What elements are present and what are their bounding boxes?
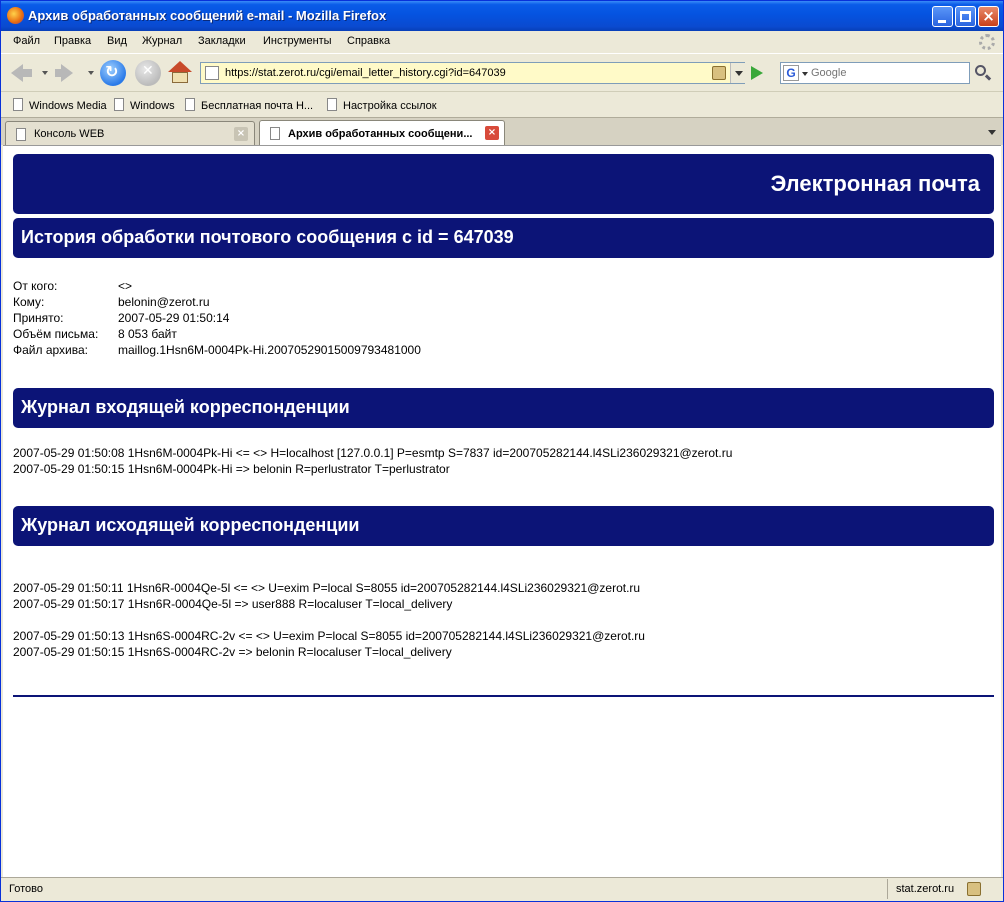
forward-button[interactable] — [55, 60, 81, 86]
menu-view[interactable]: Вид — [107, 35, 127, 47]
firefox-icon — [7, 7, 24, 24]
history-header: История обработки почтового сообщения с … — [13, 218, 994, 258]
meta-row: Объём письма: 8 053 байт — [13, 327, 177, 341]
status-text: Готово — [9, 883, 43, 895]
page-content: Электронная почта История обработки почт… — [3, 145, 1001, 877]
page-favicon-icon — [205, 66, 219, 80]
message-meta-table: От кого: <> Кому: belonin@zerot.ru Принято… — [13, 278, 421, 358]
page-icon — [114, 98, 124, 111]
log-line: 2007-05-29 01:50:15 1Hsn6M-0004Pk-Hi => … — [13, 462, 450, 476]
close-icon: × — [982, 7, 995, 25]
secure-lock-icon[interactable] — [712, 66, 726, 80]
bookmark-item[interactable]: Windows — [114, 98, 175, 112]
search-button[interactable] — [973, 64, 993, 84]
title-bar[interactable]: Архив обработанных сообщений e-mail - Mo… — [1, 1, 1003, 31]
search-icon — [975, 65, 986, 76]
chevron-down-icon — [988, 130, 996, 135]
status-host: stat.zerot.ru — [887, 879, 969, 899]
stop-button[interactable]: ✕ — [135, 60, 161, 86]
menu-tools[interactable]: Инструменты — [263, 35, 332, 47]
outgoing-title: Журнал исходящей корреспонденции — [21, 515, 360, 535]
tab-strip: Консоль WEB × Архив обработанных сообщен… — [1, 117, 1003, 146]
activity-throbber-icon — [979, 34, 995, 50]
incoming-header: Журнал входящей корреспонденции — [13, 388, 994, 428]
address-bar[interactable]: https://stat.zerot.ru/cgi/email_letter_h… — [200, 62, 745, 84]
menu-help[interactable]: Справка — [347, 35, 390, 47]
minimize-icon — [938, 20, 946, 23]
page-icon — [185, 98, 195, 111]
forward-history-dropdown[interactable] — [88, 71, 94, 75]
browser-window: Архив обработанных сообщений e-mail - Mo… — [0, 0, 1004, 902]
tab-label: Архив обработанных сообщени... — [288, 128, 473, 140]
bookmark-item[interactable]: Настройка ссылок — [327, 98, 437, 112]
tab-list-button[interactable] — [983, 122, 1001, 142]
home-button[interactable] — [167, 60, 193, 86]
bookmarks-toolbar: Windows Media Windows Бесплатная почта Н… — [1, 91, 1003, 116]
menu-file[interactable]: Файл — [13, 35, 40, 47]
reload-button[interactable]: ↻ — [100, 60, 126, 86]
incoming-title: Журнал входящей корреспонденции — [21, 397, 350, 417]
search-engine-dropdown-icon — [802, 72, 808, 76]
search-engine-button[interactable]: G — [783, 65, 799, 81]
home-icon — [168, 61, 192, 72]
stop-icon: ✕ — [142, 63, 154, 79]
log-line: 2007-05-29 01:50:17 1Hsn6R-0004Qe-5l => … — [13, 597, 453, 611]
bookmark-item[interactable]: Бесплатная почта Н... — [185, 98, 313, 112]
menu-history[interactable]: Журнал — [142, 35, 182, 47]
menu-bar: Файл Правка Вид Журнал Закладки Инструме… — [1, 31, 1003, 53]
log-line: 2007-05-29 01:50:08 1Hsn6M-0004Pk-Hi <= … — [13, 446, 733, 460]
minimize-button[interactable] — [932, 6, 953, 27]
maximize-icon — [960, 11, 971, 22]
meta-row: Принято: 2007-05-29 01:50:14 — [13, 311, 230, 325]
address-url[interactable]: https://stat.zerot.ru/cgi/email_letter_h… — [225, 67, 506, 79]
meta-row: Кому: belonin@zerot.ru — [13, 295, 210, 309]
address-dropdown-button[interactable] — [730, 63, 745, 83]
forward-arrow-icon — [61, 64, 73, 82]
outgoing-header: Журнал исходящей корреспонденции — [13, 506, 994, 546]
meta-row: Файл архива: maillog.1Hsn6M-0004Pk-Hi.200… — [13, 343, 421, 357]
banner-title: Электронная почта — [770, 171, 980, 196]
go-button[interactable] — [751, 66, 763, 80]
search-bar: G — [780, 62, 970, 84]
tab-archive[interactable]: Архив обработанных сообщени... × — [259, 120, 505, 146]
bookmark-item[interactable]: Windows Media — [13, 98, 107, 112]
outgoing-log: 2007-05-29 01:50:11 1Hsn6R-0004Qe-5l <= … — [13, 580, 645, 660]
navigation-toolbar: ↻ ✕ https://stat.zerot.ru/cgi/email_lett… — [1, 53, 1003, 91]
log-line: 2007-05-29 01:50:15 1Hsn6S-0004RC-2v => … — [13, 645, 452, 659]
log-line: 2007-05-29 01:50:13 1Hsn6S-0004RC-2v <= … — [13, 629, 645, 643]
page-icon — [13, 98, 23, 111]
page-icon — [327, 98, 337, 111]
page-icon — [270, 127, 280, 140]
log-line: 2007-05-29 01:50:11 1Hsn6R-0004Qe-5l <= … — [13, 581, 641, 595]
page-icon — [16, 128, 26, 141]
divider — [13, 695, 994, 697]
tab-close-button[interactable]: × — [234, 127, 248, 141]
tab-close-button[interactable]: × — [485, 126, 499, 140]
menu-bookmarks[interactable]: Закладки — [198, 35, 246, 47]
window-title: Архив обработанных сообщений e-mail - Mo… — [28, 8, 387, 23]
history-title: История обработки почтового сообщения с … — [21, 227, 514, 247]
menu-edit[interactable]: Правка — [54, 35, 91, 47]
secure-lock-icon[interactable] — [967, 882, 981, 896]
incoming-log: 2007-05-29 01:50:08 1Hsn6M-0004Pk-Hi <= … — [13, 445, 732, 477]
meta-row: От кого: <> — [13, 279, 133, 293]
close-window-button[interactable]: × — [978, 6, 999, 27]
back-history-dropdown[interactable] — [42, 71, 48, 75]
back-button[interactable] — [9, 60, 35, 86]
tab-label: Консоль WEB — [34, 128, 105, 140]
page-banner: Электронная почта — [13, 154, 994, 214]
reload-icon: ↻ — [105, 62, 119, 81]
maximize-button[interactable] — [955, 6, 976, 27]
tab-console-web[interactable]: Консоль WEB × — [5, 121, 255, 145]
status-bar: Готово stat.zerot.ru — [1, 877, 1003, 901]
chevron-down-icon — [735, 71, 743, 76]
search-input[interactable] — [811, 65, 966, 81]
